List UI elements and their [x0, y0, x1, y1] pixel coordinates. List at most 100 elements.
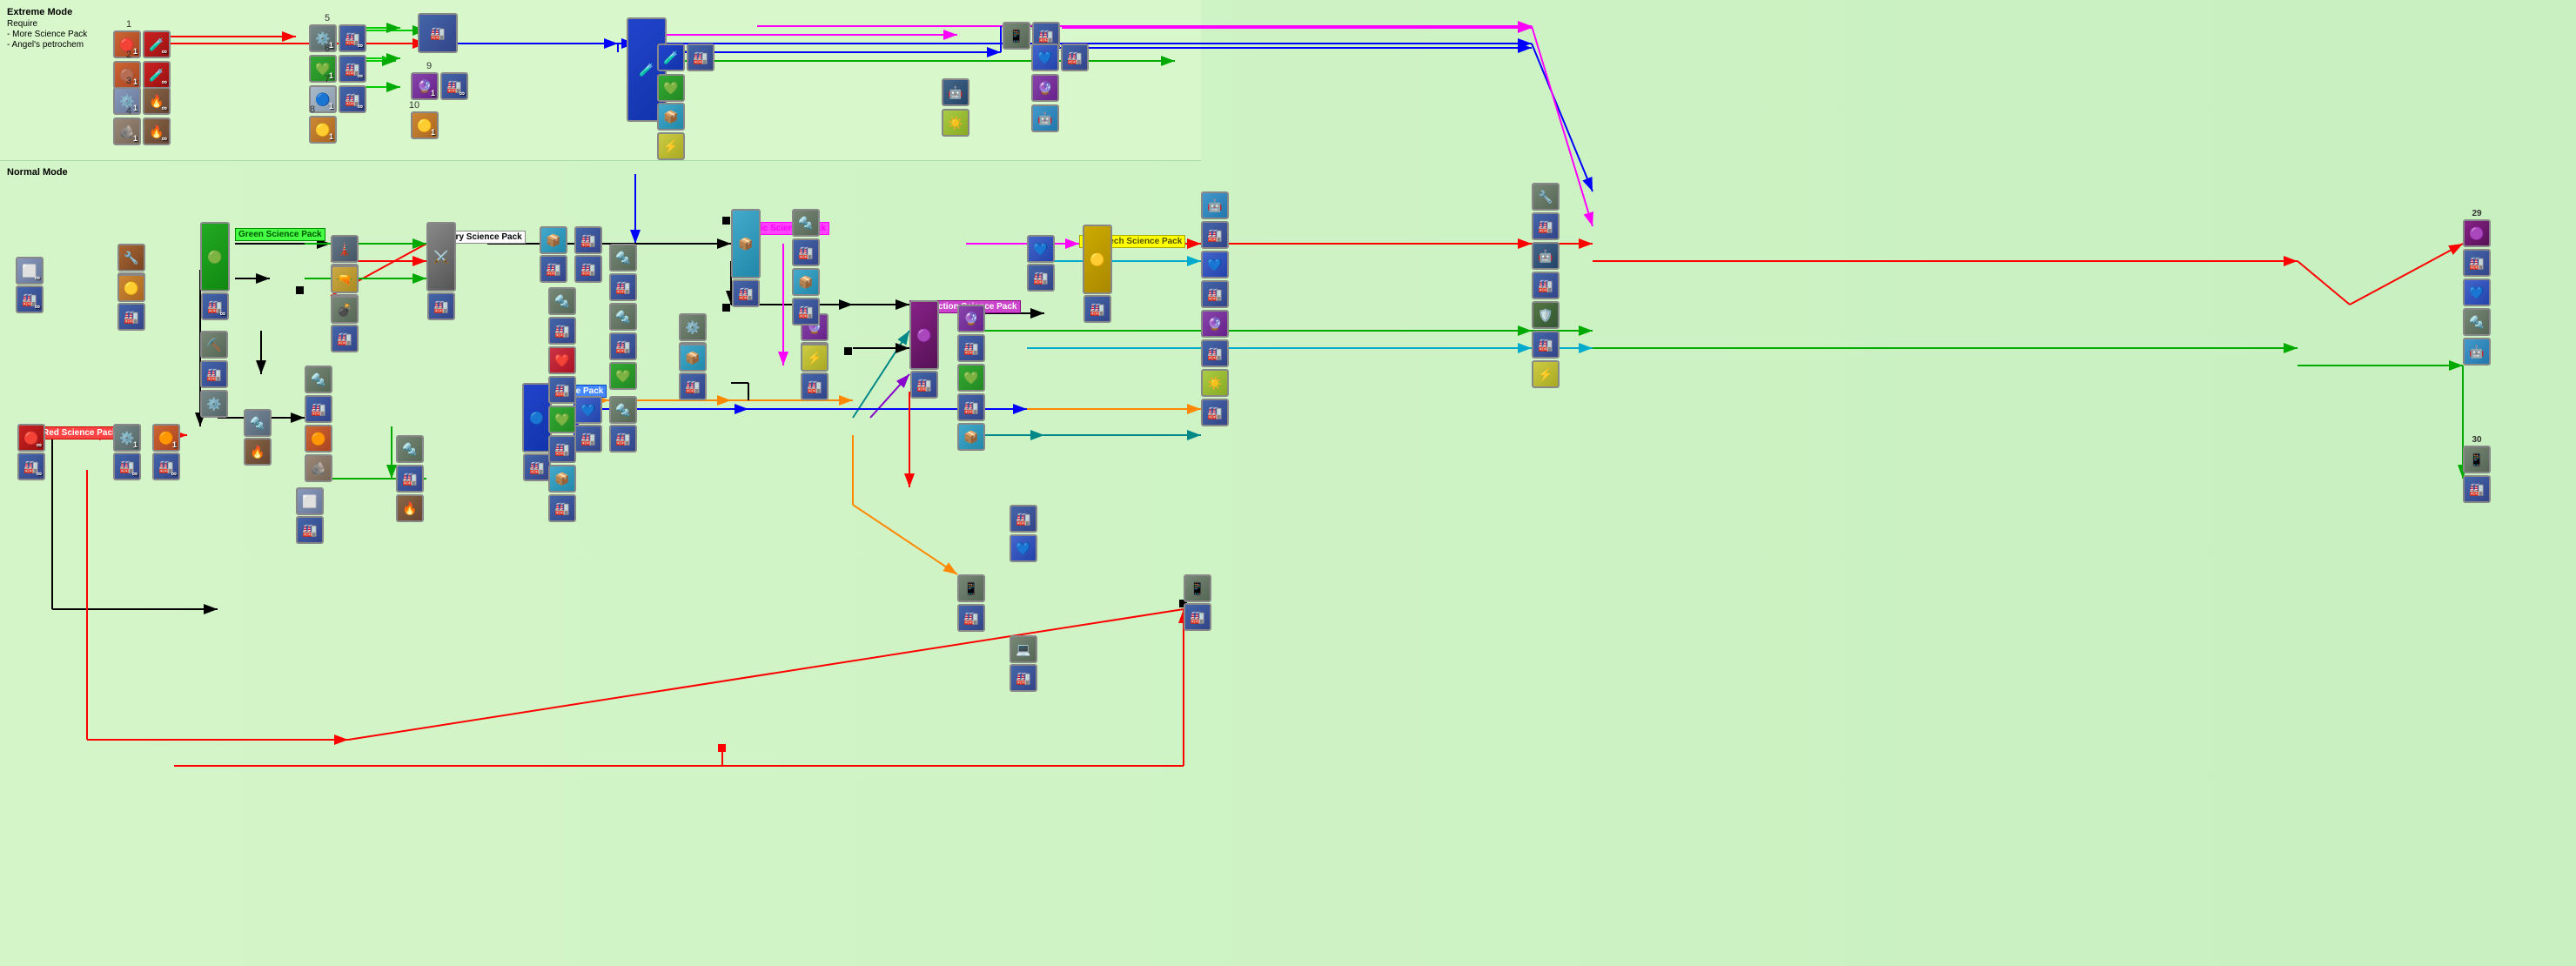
icon-log-comp1-asm: 🏭	[540, 255, 567, 283]
icon-cr2-asm: 🏭	[957, 393, 985, 421]
icon-cb1-asm: 🏭	[396, 465, 424, 493]
icon-assembler-high-tech: 🏭	[1083, 295, 1111, 323]
icon-b2-asm: 🏭	[1010, 664, 1037, 692]
icon-29d: 🔩	[2463, 308, 2491, 336]
icon-tech-science: 🔵	[522, 383, 552, 453]
assembler-large: 🏭	[418, 13, 458, 53]
icon-fr4: ☀️	[1201, 369, 1229, 397]
icon-cb-1: ⚙️	[679, 313, 707, 341]
node-tech-comp2: 🔩 🏭	[609, 396, 637, 453]
far-right-2: 🔧 🏭 🤖 🏭 🛡️ 🏭 ⚡	[1532, 183, 1560, 388]
icon-inserter: 🔧	[117, 244, 145, 272]
icon-red-science: 🔴∞	[17, 424, 45, 452]
icon-cb2: 🔥	[396, 494, 424, 522]
icon-prod-comp2-asm: 🏭	[801, 372, 828, 400]
icon-far2-2: 🤖	[1532, 242, 1560, 270]
item-icon-18: 🤖	[942, 78, 969, 106]
icon-log-comp1: 📦	[540, 226, 567, 254]
icon-cr1-asm: 🏭	[957, 334, 985, 362]
node-tech-comp1: 💙 🏭	[574, 396, 602, 453]
node-red-science: 🔴∞ 🏭∞	[17, 424, 45, 480]
item-icon-22: 🔮	[1031, 74, 1059, 102]
icon-ammo: 🔫	[331, 265, 359, 293]
icon-29c: 💙	[2463, 278, 2491, 306]
item-icon-4a: 🪨1	[113, 117, 141, 145]
icon-lm1: ⛏️	[200, 331, 228, 359]
icon-assembler-military: 🏭	[427, 292, 455, 320]
node-copper-cable: 🟠1 🏭∞	[152, 424, 180, 480]
item-icon-21b: 🏭	[1061, 44, 1089, 71]
lower-mid-stack: ⛏️ 🏭 ⚙️	[200, 331, 228, 418]
normal-mode-label: Normal Mode	[7, 167, 68, 178]
num-4: 4	[126, 106, 131, 117]
icon-assembler-green: 🏭∞	[201, 292, 229, 320]
icon-assembler-gear: 🏭∞	[113, 453, 141, 480]
item-23: 23 🤖	[1031, 104, 1059, 132]
node-log-comp1: 📦 🏭	[540, 226, 567, 283]
node-logistic-science: 📦 🏭	[731, 209, 761, 307]
item-4: 4 🪨1 🔥∞	[113, 106, 171, 145]
icon-29b: 🏭	[2463, 249, 2491, 277]
icon-fr3: 🔮	[1201, 310, 1229, 338]
icon-tech-comp1: 💙	[574, 396, 602, 424]
icon-tech-comp2: 🔩	[609, 396, 637, 424]
icon-cc3-asm: 🏭	[548, 435, 576, 463]
icon-far2-1: 🔧	[1532, 183, 1560, 211]
lower-left-stack: 🔩 🏭 🟠 🪨	[305, 366, 332, 482]
icon-steel: 🔩	[244, 409, 272, 437]
node-bottom-1: 📱 🏭	[1184, 574, 1211, 631]
icon-assembler-belt: 🏭	[117, 303, 145, 331]
node-bottom-2: 💻 🏭	[1010, 635, 1037, 692]
icon-cb1: 🔩	[396, 435, 424, 463]
node-extra-1: 🔩 🔥	[244, 409, 272, 466]
item-9: 9 🔮1 🏭∞	[411, 61, 468, 100]
item-icon-12: 💚	[657, 74, 685, 102]
icon-lr2: 💙	[1010, 534, 1037, 562]
icon-copper-gear: ⚙️1	[113, 424, 141, 452]
item-15: 15 📦	[657, 103, 685, 131]
icon-ht-comp1: 💙	[1027, 235, 1055, 263]
icon-cc2-asm: 🏭	[548, 376, 576, 404]
item-12: 12 💚	[657, 74, 685, 102]
icon-mid2-asm: 🏭	[609, 332, 637, 360]
icon-far2-4: ⚡	[1532, 360, 1560, 388]
item-icon-23: 🤖	[1031, 104, 1059, 132]
node-ht-comp1: 💙 🏭	[1027, 235, 1055, 292]
icon-belt-2: 🟡	[117, 274, 145, 302]
icon-far2-2-asm: 🏭	[1532, 272, 1560, 299]
icon-fr1-asm: 🏭	[1201, 221, 1229, 249]
num-30: 30	[2472, 435, 2481, 445]
icon-assembler-grenade: 🏭	[331, 325, 359, 352]
icon-rc2: 📦	[792, 268, 820, 296]
num-7: 7	[325, 74, 330, 84]
icon-high-tech-science: 🟡	[1083, 225, 1112, 294]
icon-cc3: 💚	[548, 406, 576, 433]
icon-ll2: 🟠	[305, 425, 332, 453]
icon-mid1-asm: 🏭	[609, 273, 637, 301]
node-tech-science: 🔵 🏭	[522, 383, 552, 481]
item-icon-19: ☀️	[942, 109, 969, 137]
node-copper-gear: ⚙️1 🏭∞	[113, 424, 141, 480]
num-1: 1	[126, 19, 131, 30]
icon-rc1-asm: 🏭	[792, 238, 820, 266]
node-extra-2: ⬜ 🏭	[296, 487, 324, 544]
num-8: 8	[310, 104, 315, 115]
require-item-1: - More Science Pack	[7, 30, 87, 39]
icon-fr2-asm: 🏭	[1201, 280, 1229, 308]
center-bottom-stack: 🔩 🏭 🔥	[396, 435, 424, 522]
icon-bp1: 📱	[957, 574, 985, 602]
middle-stack: 🔩 🏭 🔩 🏭 💚	[609, 244, 637, 390]
item-29: 29 🟣 🏭 💙 🔩 🤖	[2463, 209, 2491, 366]
icon-lm2: ⚙️	[200, 390, 228, 418]
item-icon-17: ⚡	[657, 132, 685, 160]
icon-assembler-small: 🏭∞	[16, 285, 44, 313]
main-canvas: Extreme Mode Require - More Science Pack…	[0, 0, 2576, 966]
item-icon-15: 📦	[657, 103, 685, 131]
node-center-black-2: 📦 🏭	[679, 344, 707, 400]
node-log-comp2: 🏭 🏭	[574, 226, 602, 283]
icon-fr3-asm: 🏭	[1201, 339, 1229, 367]
icon-logistic-science: 📦	[731, 209, 761, 278]
icon-lr1: 🏭	[1010, 505, 1037, 533]
icon-cc1-asm: 🏭	[548, 317, 576, 345]
item-icon-9b: 🏭∞	[440, 72, 468, 100]
